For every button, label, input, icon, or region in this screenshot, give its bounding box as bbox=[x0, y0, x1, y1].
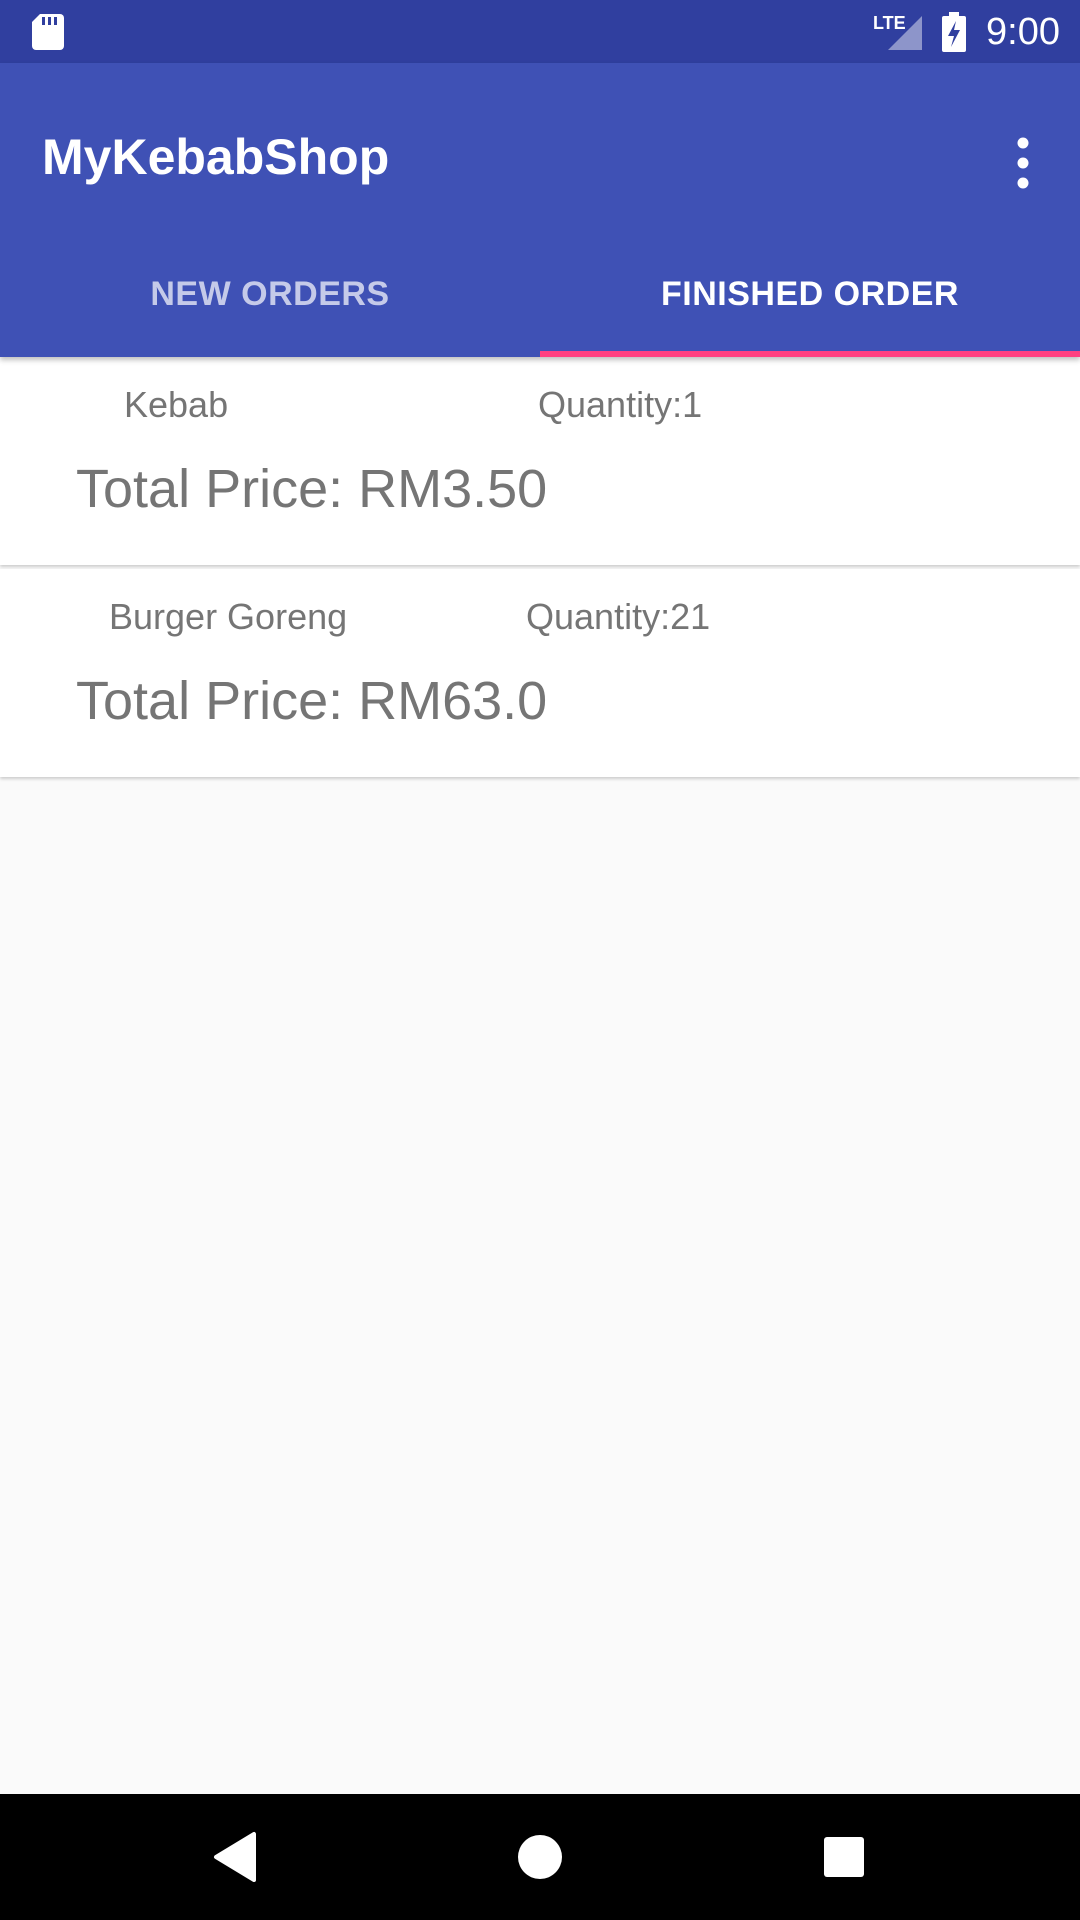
finished-orders-list: Kebab Quantity:1 Total Price: RM3.50 Bur… bbox=[0, 357, 1080, 1794]
order-total-price: Total Price: RM63.0 bbox=[76, 671, 548, 731]
tab-finished-order-label: FINISHED ORDER bbox=[661, 274, 959, 313]
app-bar: MyKebabShop NEW ORDERS FINISHED ORDER bbox=[0, 63, 1080, 357]
back-icon[interactable] bbox=[202, 1824, 268, 1890]
tab-new-orders-label: NEW ORDERS bbox=[150, 274, 390, 313]
tab-finished-order[interactable]: FINISHED ORDER bbox=[540, 231, 1080, 357]
tab-bar: NEW ORDERS FINISHED ORDER bbox=[0, 231, 1080, 357]
order-card[interactable]: Kebab Quantity:1 Total Price: RM3.50 bbox=[0, 357, 1080, 565]
more-vert-icon[interactable] bbox=[998, 133, 1048, 193]
order-item-name: Kebab bbox=[124, 384, 229, 425]
status-clock: 9:00 bbox=[986, 11, 1060, 53]
screen: LTE 9:00 MyKebabShop NEW ORDERS FINISHED… bbox=[0, 0, 1080, 1920]
navigation-bar bbox=[0, 1794, 1080, 1920]
order-total-price: Total Price: RM3.50 bbox=[76, 459, 548, 519]
tab-new-orders[interactable]: NEW ORDERS bbox=[0, 231, 540, 357]
order-item-name: Burger Goreng bbox=[109, 596, 348, 637]
lte-label: LTE bbox=[873, 13, 906, 33]
order-quantity: Quantity:1 bbox=[538, 384, 703, 425]
status-bar: LTE 9:00 bbox=[0, 0, 1080, 63]
lte-signal-icon: LTE bbox=[873, 13, 922, 50]
app-title: MyKebabShop bbox=[42, 129, 390, 185]
battery-charging-icon bbox=[942, 12, 966, 52]
home-icon[interactable] bbox=[507, 1824, 573, 1890]
recents-icon[interactable] bbox=[811, 1824, 877, 1890]
sd-card-icon bbox=[32, 14, 64, 50]
order-card[interactable]: Burger Goreng Quantity:21 Total Price: R… bbox=[0, 569, 1080, 777]
tab-indicator bbox=[540, 351, 1080, 357]
order-quantity: Quantity:21 bbox=[526, 596, 711, 637]
